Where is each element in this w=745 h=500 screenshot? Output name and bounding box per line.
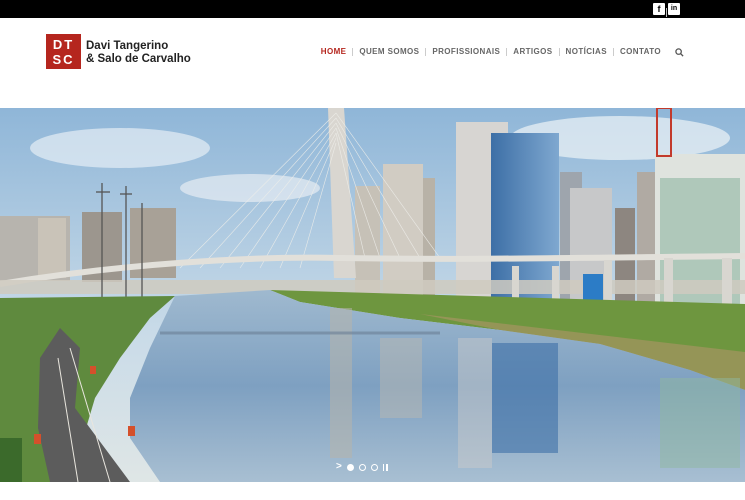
site-header: DT SC Davi Tangerino & Salo de Carvalho … [0,18,745,108]
nav-separator [425,47,427,56]
nav-item-noticias[interactable]: NOTÍCIAS [566,47,607,56]
page-bottom-strip [0,482,745,500]
nav-item-profissionais[interactable]: PROFISSIONAIS [432,47,500,56]
slider-dot-3[interactable] [370,463,378,471]
logo-mark[interactable]: DT SC [46,34,81,69]
slider-dot-2[interactable] [358,463,366,471]
pause-icon[interactable] [382,463,388,471]
slider-dot-1[interactable] [346,463,354,471]
facebook-icon[interactable]: f [653,3,665,15]
nav-item-quem-somos[interactable]: QUEM SOMOS [359,47,419,56]
logo-name-line1: Davi Tangerino [86,40,169,52]
nav-separator [558,47,560,56]
slider-controls: > [336,462,388,472]
nav-item-contato[interactable]: CONTATO [620,47,661,56]
search-icon[interactable] [675,48,684,57]
slider-next-icon[interactable]: > [336,462,342,472]
top-bar: f in [0,0,745,18]
city-bridge-photo [0,108,745,482]
nav-item-artigos[interactable]: ARTIGOS [513,47,552,56]
logo-text[interactable]: Davi Tangerino & Salo de Carvalho [86,40,191,66]
nav-item-home[interactable]: HOME [321,47,347,56]
nav-separator [506,47,508,56]
nav-separator [612,47,614,56]
logo-mark-line2: SC [52,52,75,67]
main-nav: HOME QUEM SOMOS PROFISSIONAIS ARTIGOS NO… [321,47,661,56]
divider [666,8,667,17]
linkedin-icon[interactable]: in [668,3,680,15]
logo-mark-line1: DT [52,37,75,52]
logo-name-line2: & Salo de Carvalho [86,53,191,65]
hero-slider-image[interactable] [0,108,745,482]
nav-separator [352,47,354,56]
